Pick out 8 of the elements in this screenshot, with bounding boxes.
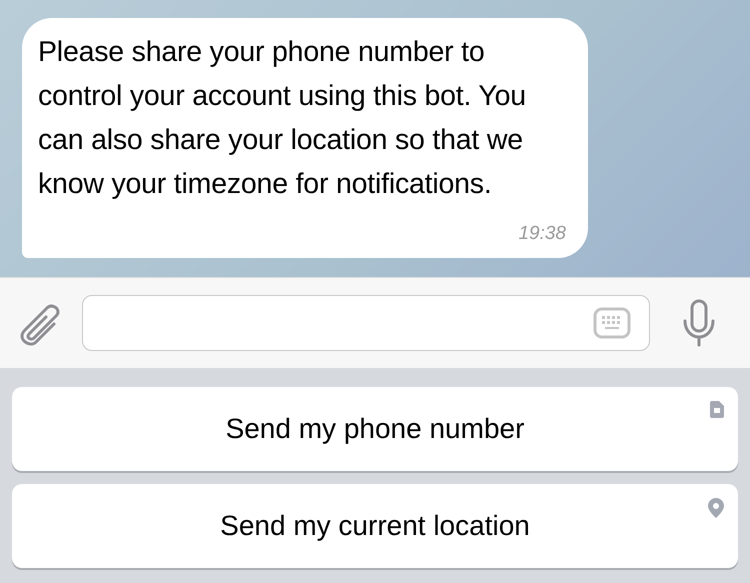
reply-button[interactable]: Send my phone number <box>12 387 738 471</box>
message-input-field[interactable] <box>82 295 650 351</box>
microphone-icon[interactable] <box>682 299 716 347</box>
message-text: Please share your phone number to control your account using this bot. You can also share your location so that we know your timezone for notifications. <box>38 35 527 202</box>
location-pin-icon <box>708 498 724 518</box>
message-time: 19:38 <box>518 222 566 246</box>
keyboard-icon[interactable] <box>593 307 631 339</box>
reply-button[interactable]: Send my current location <box>12 484 738 568</box>
